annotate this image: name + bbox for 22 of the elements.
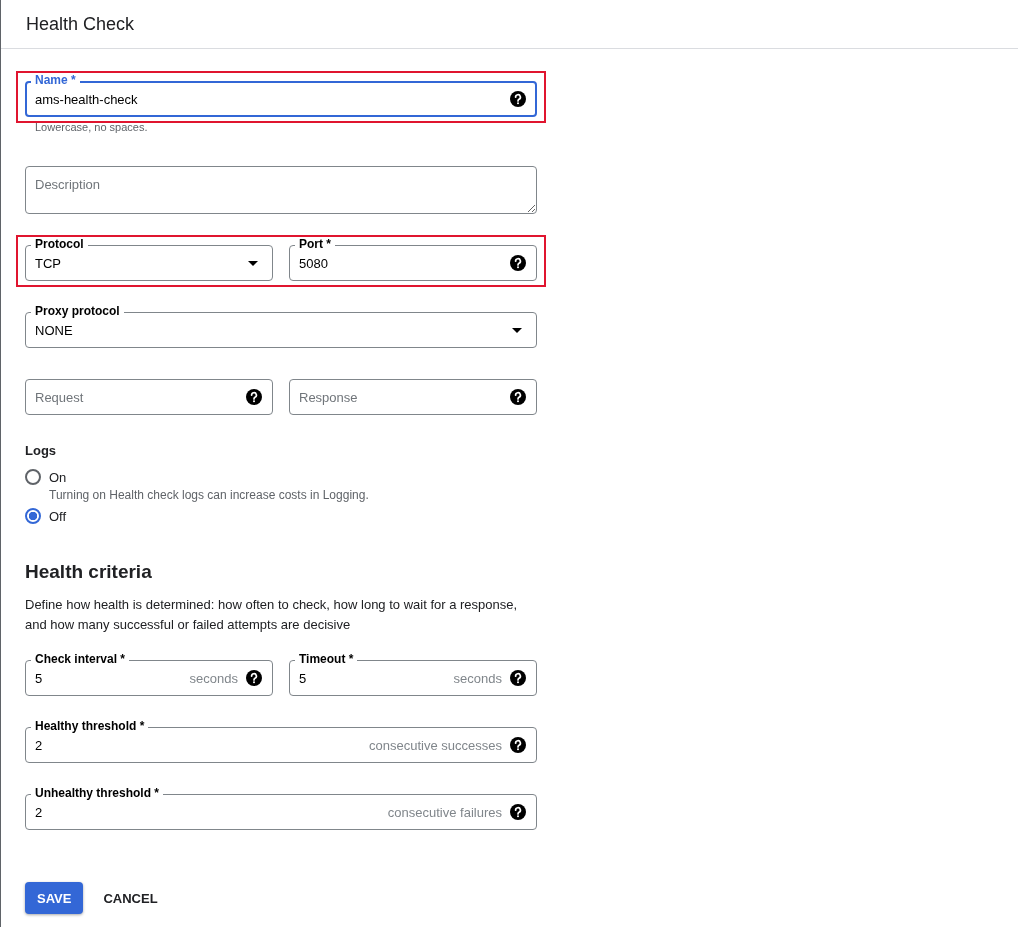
- page-title: Health Check: [26, 13, 135, 35]
- help-icon[interactable]: [510, 91, 526, 107]
- hint-text: Lowercase, no spaces.: [34, 121, 149, 133]
- caret-icon: [512, 327, 522, 333]
- logs-label: Logs: [25, 443, 58, 458]
- save-button[interactable]: SAVE: [25, 882, 84, 914]
- radio-label[interactable]: On: [49, 469, 67, 485]
- help-icon[interactable]: [246, 389, 262, 405]
- help-icon[interactable]: [510, 255, 526, 271]
- cancel-button[interactable]: CANCEL: [91, 882, 170, 914]
- help-icon[interactable]: [510, 804, 526, 820]
- help-icon[interactable]: [246, 670, 262, 686]
- section-description: Define how health is determined: how often to check, how long to wait for a response, and how many successful or failed attempts are decisive: [25, 596, 519, 634]
- help-icon[interactable]: [510, 737, 526, 753]
- radio-label[interactable]: Off: [49, 508, 67, 524]
- radio-button[interactable]: [25, 508, 41, 524]
- radio-note: Turning on Health check logs can increase costs in Logging.: [48, 488, 370, 502]
- caret-icon: [248, 260, 258, 266]
- help-icon[interactable]: [510, 389, 526, 405]
- section-title: Health criteria: [25, 561, 153, 583]
- radio-button[interactable]: [25, 469, 41, 485]
- help-icon[interactable]: [510, 670, 526, 686]
